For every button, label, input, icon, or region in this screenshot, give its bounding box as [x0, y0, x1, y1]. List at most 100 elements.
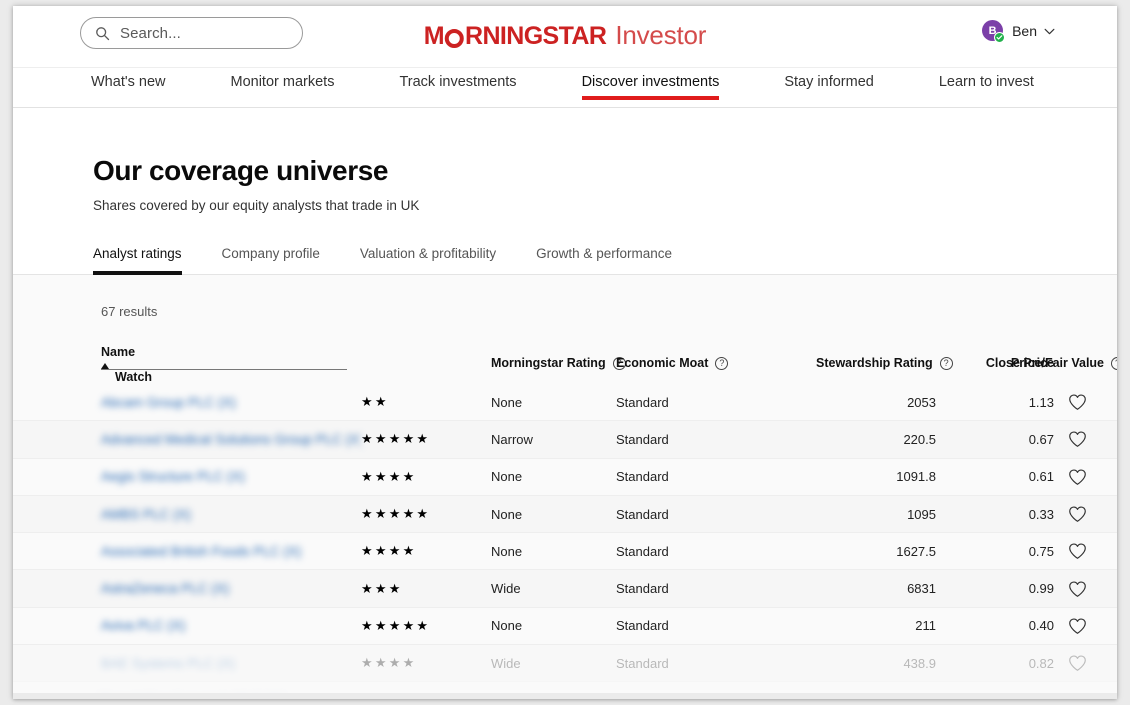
row-stewardship-rating: Standard: [616, 618, 669, 634]
column-header-price-fair-value[interactable]: Price/Fair Value ?: [1011, 356, 1117, 370]
row-morningstar-rating: ★★★: [361, 580, 403, 596]
row-price-fair-value: 0.99: [1028, 581, 1054, 597]
nav-item-monitor-markets[interactable]: Monitor markets: [231, 68, 335, 99]
row-price-fair-value: 0.61: [1028, 469, 1054, 485]
row-economic-moat: None: [491, 506, 523, 522]
name-column-rule: [101, 369, 347, 370]
watch-heart-icon[interactable]: [1054, 654, 1117, 672]
row-economic-moat: Wide: [491, 581, 521, 597]
column-header-price-fair-value-label: Price/Fair Value: [1010, 356, 1104, 370]
column-header-watch: Watch: [101, 370, 361, 384]
search-icon: [95, 26, 110, 41]
row-company-name[interactable]: BAE Systems PLC (X): [101, 656, 361, 671]
app-window: Search... M RNINGSTAR Investor B Ben Wha…: [13, 6, 1117, 699]
row-close-price: 1095: [907, 506, 936, 522]
row-economic-moat: None: [491, 469, 523, 485]
verified-check-icon: [994, 32, 1006, 43]
column-header-watch-label: Watch: [115, 370, 153, 384]
nav-item-stay-informed[interactable]: Stay informed: [784, 68, 873, 99]
table-row[interactable]: Advanced Medical Solutions Group PLC (X)…: [13, 421, 1117, 459]
page-header: Our coverage universe Shares covered by …: [13, 108, 1117, 275]
column-header-economic-moat[interactable]: Economic Moat ?: [616, 356, 816, 370]
row-morningstar-rating: ★★: [361, 394, 389, 410]
brand-mark-post: RNINGSTAR: [464, 22, 607, 50]
row-stewardship-rating: Standard: [616, 431, 669, 447]
row-stewardship-rating: Standard: [616, 469, 669, 485]
window-bottom-edge: [13, 693, 1117, 699]
row-company-name[interactable]: Abcam Group PLC (X): [101, 395, 361, 410]
row-morningstar-rating: ★★★★★: [361, 506, 431, 522]
account-menu[interactable]: B Ben: [982, 20, 1055, 43]
table-row[interactable]: Aviva PLC (X) ★★★★★ None Standard 211 0.40: [13, 607, 1117, 646]
account-name: Ben: [1012, 22, 1037, 39]
row-close-price: 2053: [907, 394, 936, 410]
row-morningstar-rating: ★★★★: [361, 468, 417, 484]
brand-o-ring-icon: [444, 29, 464, 48]
row-stewardship-rating: Standard: [616, 655, 669, 671]
row-company-name[interactable]: Aegis Structure PLC (X): [101, 469, 361, 484]
nav-item-discover-investments[interactable]: Discover investments: [581, 68, 719, 100]
page-subtitle: Shares covered by our equity analysts th…: [93, 198, 420, 213]
table-row[interactable]: AMBS PLC (X) ★★★★★ None Standard 1095 0.33: [13, 495, 1117, 534]
tab-growth-performance[interactable]: Growth & performance: [536, 246, 672, 274]
row-company-name[interactable]: AstraZeneca PLC (X): [101, 581, 361, 596]
search-input[interactable]: Search...: [80, 17, 303, 49]
row-company-name[interactable]: Advanced Medical Solutions Group PLC (X): [101, 432, 361, 447]
column-header-name[interactable]: Name: [101, 343, 491, 370]
column-header-morningstar-rating-label: Morningstar Rating: [491, 356, 606, 370]
avatar: B: [982, 20, 1006, 43]
row-stewardship-rating: Standard: [616, 394, 669, 410]
row-price-fair-value: 0.82: [1028, 655, 1054, 671]
row-price-fair-value: 0.67: [1028, 431, 1054, 447]
help-icon[interactable]: ?: [715, 356, 729, 370]
table-row[interactable]: BAE Systems PLC (X) ★★★★ Wide Standard 438.9…: [13, 645, 1117, 683]
table-row[interactable]: Associated British Foods PLC (X) ★★★★ None…: [13, 533, 1117, 571]
row-price-fair-value: 0.40: [1028, 618, 1054, 634]
row-economic-moat: Narrow: [491, 431, 533, 447]
row-price-fair-value: 1.13: [1028, 394, 1054, 410]
nav-item-learn-to-invest[interactable]: Learn to invest: [939, 68, 1034, 99]
row-economic-moat: None: [491, 618, 523, 634]
column-header-morningstar-rating[interactable]: Morningstar Rating ?: [491, 356, 626, 370]
table-row[interactable]: AstraZeneca PLC (X) ★★★ Wide Standard 6831 0.…: [13, 570, 1117, 608]
watch-heart-icon[interactable]: [1054, 505, 1117, 523]
table-row[interactable]: Abcam Group PLC (X) ★★ None Standard 2053 1.1…: [13, 384, 1117, 422]
row-close-price: 1091.8: [896, 469, 936, 485]
row-morningstar-rating: ★★★★★: [361, 431, 431, 447]
nav-item-track-investments[interactable]: Track investments: [399, 68, 516, 99]
table-body: Abcam Group PLC (X) ★★ None Standard 2053 1.1…: [13, 384, 1117, 699]
row-close-price: 1627.5: [896, 543, 936, 559]
row-company-name[interactable]: Associated British Foods PLC (X): [101, 544, 361, 559]
watch-heart-icon[interactable]: [1054, 617, 1117, 635]
brand-subtitle: Investor: [615, 20, 707, 50]
watch-heart-icon[interactable]: [1054, 542, 1117, 560]
row-price-fair-value: 0.33: [1028, 506, 1054, 522]
row-economic-moat: None: [491, 543, 523, 559]
results-table: 67 results Name Morningstar Rating ? Eco…: [13, 275, 1117, 699]
tab-analyst-ratings[interactable]: Analyst ratings: [93, 246, 182, 275]
brand-mark: M RNINGSTAR: [424, 22, 607, 51]
column-header-stewardship-rating[interactable]: Stewardship Rating ?: [816, 356, 953, 370]
search-placeholder: Search...: [120, 24, 181, 42]
row-company-name[interactable]: Aviva PLC (X): [101, 618, 361, 633]
table-header-row: Name Morningstar Rating ? Economic Moat …: [13, 343, 1117, 384]
help-icon[interactable]: ?: [1111, 356, 1117, 370]
row-morningstar-rating: ★★★★: [361, 543, 417, 559]
watch-heart-icon[interactable]: [1054, 393, 1117, 411]
tab-company-profile[interactable]: Company profile: [222, 246, 320, 274]
row-close-price: 220.5: [903, 431, 936, 447]
row-morningstar-rating: ★★★★★: [361, 617, 431, 633]
brand-logo[interactable]: M RNINGSTAR Investor: [424, 20, 707, 51]
row-company-name[interactable]: AMBS PLC (X): [101, 507, 361, 522]
nav-item-whats-new[interactable]: What's new: [91, 68, 166, 99]
row-economic-moat: Wide: [491, 655, 521, 671]
tab-valuation-profitability[interactable]: Valuation & profitability: [360, 246, 496, 274]
main-navigation: What's new Monitor markets Track investm…: [13, 68, 1117, 108]
results-count: 67 results: [101, 304, 158, 319]
sub-tabs: Analyst ratings Company profile Valuatio…: [13, 246, 1117, 275]
column-header-economic-moat-label: Economic Moat: [616, 356, 709, 370]
table-row[interactable]: Aegis Structure PLC (X) ★★★★ None Standard 1…: [13, 458, 1117, 496]
watch-heart-icon[interactable]: [1054, 430, 1117, 448]
watch-heart-icon[interactable]: [1054, 468, 1117, 486]
watch-heart-icon[interactable]: [1054, 580, 1117, 598]
